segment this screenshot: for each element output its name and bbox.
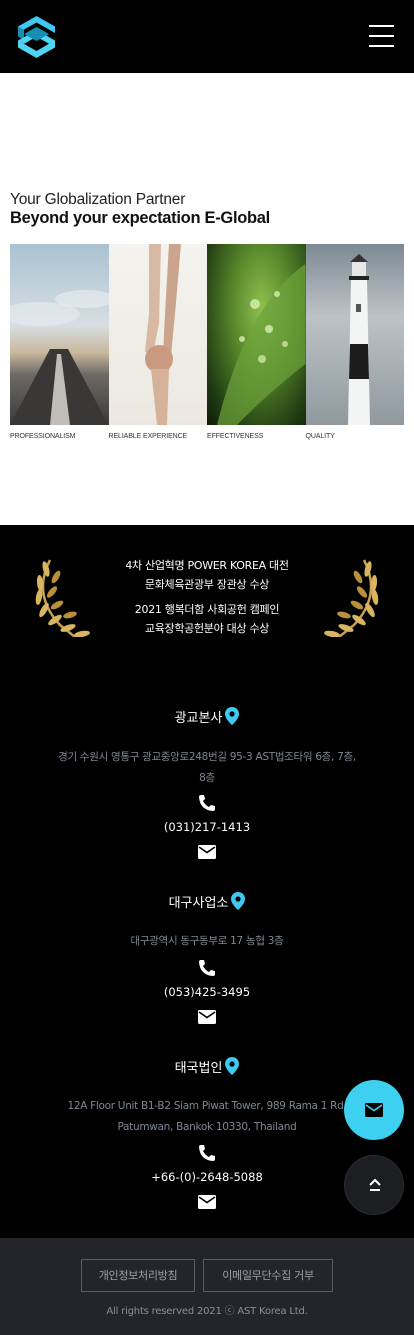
reliable-experience-image xyxy=(108,244,207,425)
office-address: 대구광역시 동구동부로 17 농협 3층 xyxy=(130,935,284,947)
panel-label: PROFESSIONALISM xyxy=(10,433,76,440)
mail-icon xyxy=(365,1103,383,1117)
awards-section: 4차 산업혁명 POWER KOREA 대전 문화체육관광부 장관상 수상 20… xyxy=(0,525,414,665)
menu-button[interactable] xyxy=(369,25,394,48)
mail-icon[interactable] xyxy=(197,1008,217,1026)
panel-label: RELIABLE EXPERIENCE xyxy=(108,433,188,440)
effectiveness-image xyxy=(207,244,306,425)
quality-image xyxy=(305,244,404,425)
laurel-wreath-right-icon xyxy=(324,559,379,637)
office-phone[interactable]: (053)425-3495 xyxy=(0,985,414,999)
location-pin-icon[interactable] xyxy=(225,707,240,725)
office-title-gwanggyo: 광교본사 xyxy=(0,707,414,726)
panel-label: EFFECTIVENESS xyxy=(207,433,264,440)
site-footer: 개인정보처리방침 이메일무단수집 거부 All rights reserved … xyxy=(0,1238,414,1335)
hamburger-menu-icon xyxy=(369,25,394,27)
hero-headline: Beyond your expectation E-Global xyxy=(10,209,270,227)
copyright-text: All rights reserved 2021 ⓒ AST Korea Ltd… xyxy=(106,1306,308,1317)
panel-label: QUALITY xyxy=(305,433,335,440)
scroll-to-top-button[interactable] xyxy=(344,1155,404,1215)
hero-tagline: Your Globalization Partner xyxy=(10,191,186,208)
office-title-daegu: 대구사업소 xyxy=(0,892,414,911)
office-address: 12A Floor Unit B1-B2 Siam Piwat Tower, 9… xyxy=(67,1100,347,1133)
hero-image-strip xyxy=(10,244,404,425)
chevron-up-icon xyxy=(369,1178,381,1191)
site-header xyxy=(0,0,414,73)
location-pin-icon[interactable] xyxy=(231,892,246,910)
location-pin-icon[interactable] xyxy=(225,1057,240,1075)
mail-icon[interactable] xyxy=(197,843,217,861)
contact-mail-button[interactable] xyxy=(344,1080,404,1140)
office-title-thailand: 태국법인 xyxy=(0,1057,414,1076)
email-refusal-button[interactable]: 이메일무단수집 거부 xyxy=(203,1259,333,1292)
hero-section: Your Globalization Partner Beyond your e… xyxy=(0,73,414,525)
hero-image-labels: PROFESSIONALISM RELIABLE EXPERIENCE EFFE… xyxy=(10,433,404,440)
phone-icon[interactable] xyxy=(197,959,217,977)
office-phone[interactable]: (031)217-1413 xyxy=(0,820,414,834)
privacy-policy-button[interactable]: 개인정보처리방침 xyxy=(81,1259,195,1292)
phone-icon[interactable] xyxy=(197,794,217,812)
office-address: 경기 수원시 영통구 광교중앙로248번길 95-3 AST법조타워 6층, 7… xyxy=(58,751,356,784)
phone-icon[interactable] xyxy=(197,1144,217,1162)
professionalism-image xyxy=(10,244,109,425)
mail-icon[interactable] xyxy=(197,1193,217,1211)
ast-logo[interactable] xyxy=(18,16,55,58)
